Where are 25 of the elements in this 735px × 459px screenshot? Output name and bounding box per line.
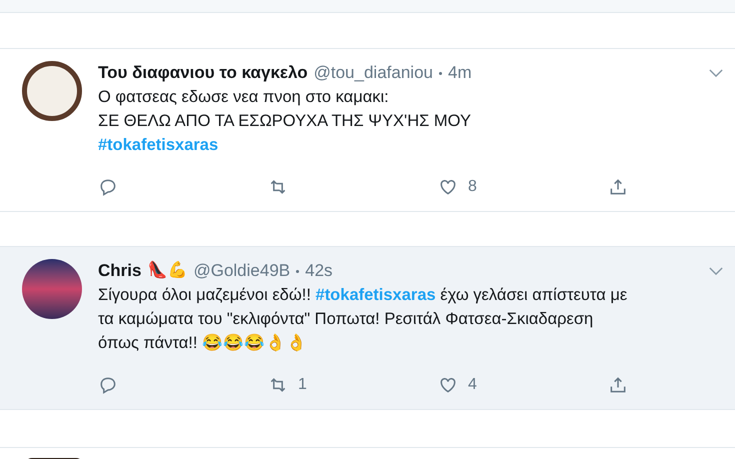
hashtag-link[interactable]: #tokafetisxaras [98, 136, 218, 154]
hashtag-link[interactable]: #tokafetisxaras [316, 286, 436, 304]
heart-icon[interactable] [438, 375, 458, 395]
chevron-down-icon[interactable] [709, 68, 723, 78]
user-handle[interactable]: @tou_diafaniou [314, 60, 433, 86]
share-icon[interactable] [608, 177, 628, 197]
share-icon[interactable] [608, 375, 628, 395]
tweet-time[interactable]: 42s [305, 258, 333, 284]
like-count: 4 [468, 375, 477, 395]
heart-icon[interactable] [438, 177, 458, 197]
tweet-text: Ο φατσεας εδωσε νεα πνοη στο καμακι: ΣΕ ΘΕΛΩ ΑΠΟ ΤΑ ΕΣΩΡΟΥΧΑ ΤΗΣ ΨΥΧ'ΗΣ ΜΟΥ #tokafetisxaras [98, 87, 472, 156]
like-count: 8 [468, 177, 477, 197]
name-emoji: 👠💪 [147, 260, 188, 281]
reply-icon[interactable] [98, 177, 118, 197]
retweet-icon[interactable] [268, 177, 288, 197]
user-name[interactable]: Chris [98, 258, 142, 284]
retweet-count: 1 [298, 375, 307, 395]
tweet-card[interactable]: Chris 👠💪 @Goldie49B 42s Σίγουρα όλοι μαζεμένοι εδώ!! #tokafetisxaras έχω γελάσει απίστευτα με τα καμώματα του "εκλιφόντα" Ποπωτα! Ρεσιτάλ Φατσεα-Σκιαδαρεση όπως πάντα!! 😂😂😂👌👌 1 4 [0, 247, 735, 410]
user-name[interactable]: Του διαφανιου το καγκελο [98, 60, 308, 86]
retweet-icon[interactable] [268, 375, 288, 395]
user-handle[interactable]: @Goldie49B [193, 258, 290, 284]
reply-icon[interactable] [98, 375, 118, 395]
tweet-text: Σίγουρα όλοι μαζεμένοι εδώ!! #tokafetisxaras έχω γελάσει απίστευτα με τα καμώματα του "εκλιφόντα" Ποπωτα! Ρεσιτάλ Φατσεα-Σκιαδαρεση όπως πάντα!! 😂😂😂👌👌 [98, 285, 628, 354]
tweet-time[interactable]: 4m [448, 60, 472, 86]
chevron-down-icon[interactable] [709, 266, 723, 276]
